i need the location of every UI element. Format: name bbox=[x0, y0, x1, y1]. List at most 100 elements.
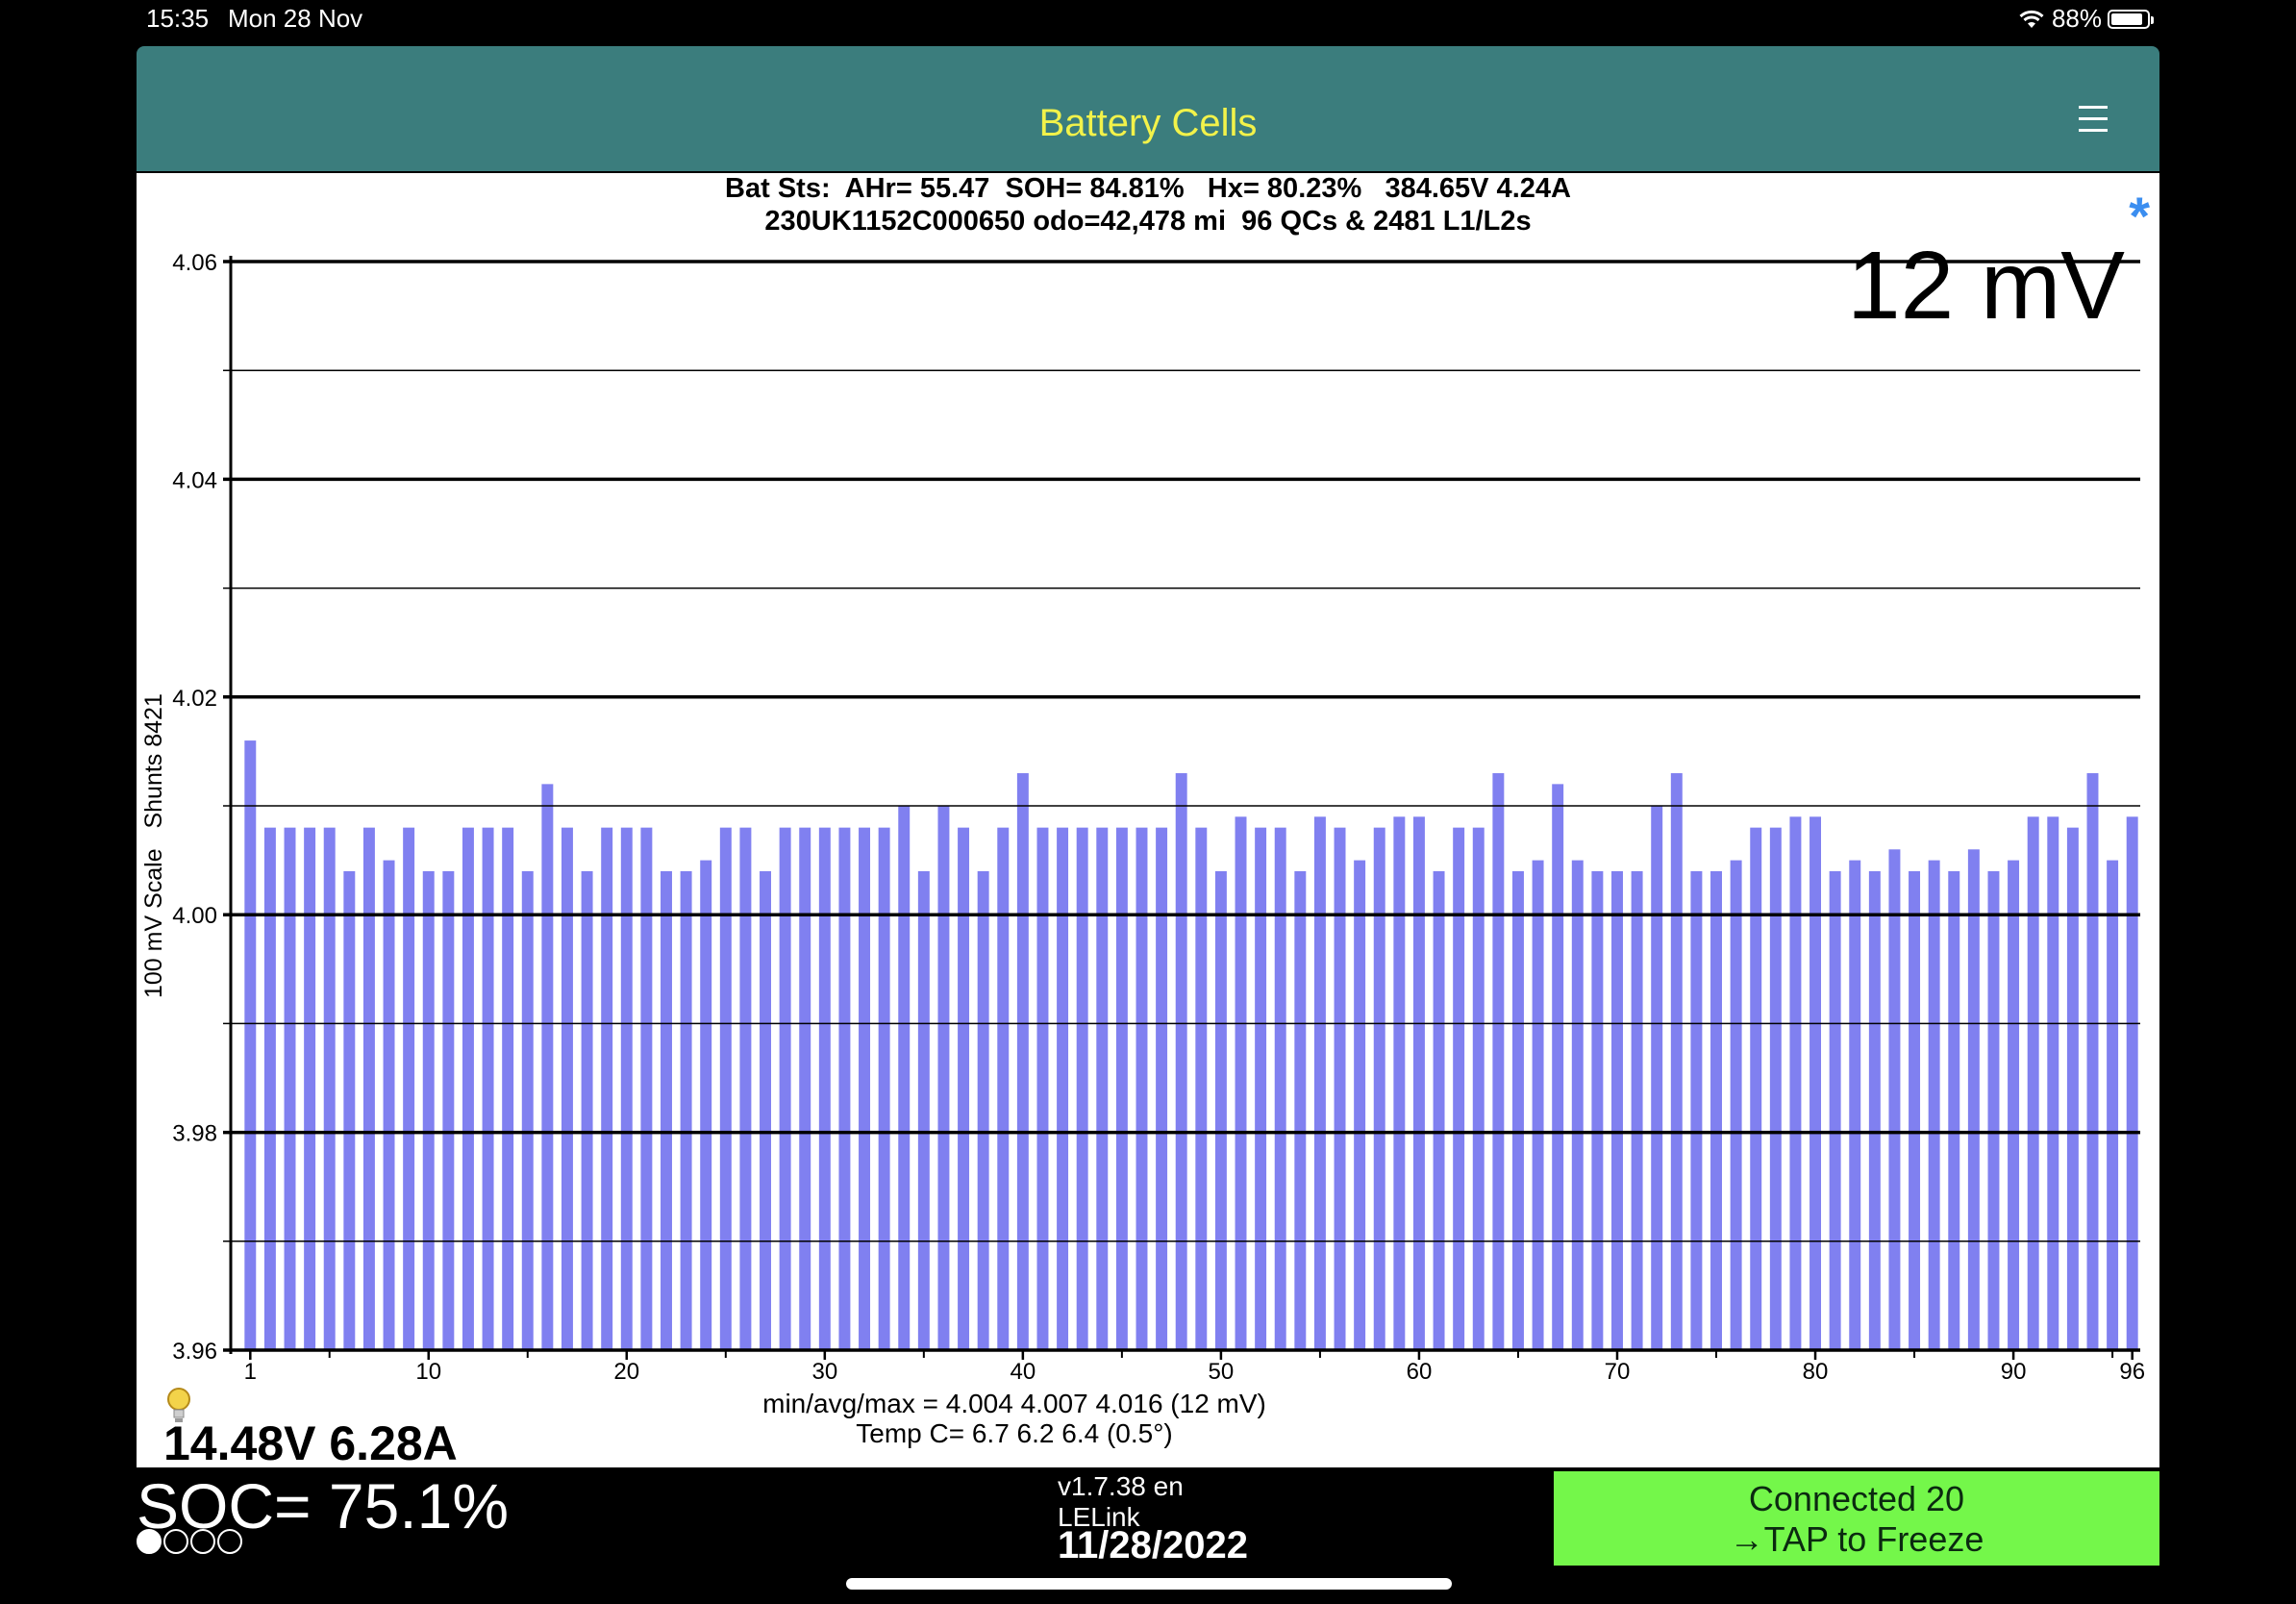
chart-bar bbox=[2027, 816, 2039, 1350]
chart-bar bbox=[859, 827, 871, 1350]
chart-bar bbox=[898, 806, 911, 1350]
y-tick-label: 4.04 bbox=[172, 467, 217, 493]
wifi-icon bbox=[2019, 10, 2044, 28]
chart-bar bbox=[323, 827, 336, 1350]
x-tick-label: 70 bbox=[1605, 1359, 1631, 1385]
x-tick-label: 60 bbox=[1407, 1359, 1433, 1385]
chart-bar bbox=[997, 827, 1010, 1350]
y-tick-label: 4.00 bbox=[172, 903, 217, 929]
connection-freeze-button[interactable]: Connected 20 →TAP to Freeze bbox=[1554, 1471, 2159, 1566]
chart-bar bbox=[1412, 816, 1425, 1350]
chart-bar bbox=[462, 827, 474, 1350]
y-axis-title: 100 mV Scale Shunts 8421 bbox=[140, 693, 167, 998]
chart-bar bbox=[917, 870, 930, 1350]
x-tick-label: 96 bbox=[2119, 1359, 2145, 1385]
status-date: Mon 28 Nov bbox=[228, 4, 363, 33]
x-tick-label: 1 bbox=[244, 1359, 257, 1385]
chart-bar bbox=[1611, 870, 1623, 1350]
chart-bar bbox=[541, 784, 554, 1350]
chart-bar bbox=[284, 827, 296, 1350]
chart-bar bbox=[937, 806, 950, 1350]
chart-bar bbox=[1987, 870, 2000, 1350]
chart-bar bbox=[403, 827, 415, 1350]
chart-bar bbox=[1829, 870, 1841, 1350]
chart-bar bbox=[739, 827, 752, 1350]
chart-bar bbox=[1631, 870, 1643, 1350]
chart-bar bbox=[838, 827, 851, 1350]
y-tick-label: 3.98 bbox=[172, 1121, 217, 1147]
status-bar: 15:35 Mon 28 Nov 88% bbox=[0, 0, 2296, 42]
chart-bar bbox=[680, 870, 692, 1350]
chart-bar bbox=[1690, 870, 1703, 1350]
chart-bar bbox=[1313, 816, 1326, 1350]
chart-bar bbox=[1888, 849, 1901, 1350]
chart-bar bbox=[2008, 860, 2020, 1350]
chart-bar bbox=[1868, 870, 1881, 1350]
chart-bar bbox=[719, 827, 732, 1350]
chart-bar bbox=[1532, 860, 1544, 1350]
x-tick-label: 30 bbox=[811, 1359, 837, 1385]
chart-bar bbox=[1909, 870, 1921, 1350]
chart-bar bbox=[2107, 860, 2119, 1350]
battery-percent: 88% bbox=[2051, 4, 2102, 33]
chart-bar bbox=[1393, 816, 1406, 1350]
chart-bar bbox=[818, 827, 831, 1350]
chart-bar bbox=[1036, 827, 1049, 1350]
x-tick-label: 90 bbox=[2001, 1359, 2027, 1385]
cells-panel[interactable]: Bat Sts: AHr= 55.47 SOH= 84.81% Hx= 80.2… bbox=[137, 173, 2159, 1470]
chart-bar bbox=[1433, 870, 1445, 1350]
chart-bar bbox=[1928, 860, 1940, 1350]
chart-bar bbox=[1789, 816, 1802, 1350]
chart-bar bbox=[304, 827, 316, 1350]
chart-bar bbox=[1670, 773, 1683, 1350]
chart-bar bbox=[343, 870, 356, 1350]
chart-bar bbox=[700, 860, 712, 1350]
min-avg-max: min/avg/max = 4.004 4.007 4.016 (12 mV) bbox=[762, 1389, 1266, 1418]
chart-bar bbox=[1156, 827, 1168, 1350]
hamburger-menu-icon[interactable] bbox=[2079, 100, 2108, 138]
page-dots[interactable] bbox=[137, 1529, 242, 1554]
chart-bar bbox=[1769, 827, 1782, 1350]
page-dot[interactable] bbox=[163, 1529, 188, 1554]
connection-status: Connected 20 bbox=[1748, 1479, 1965, 1518]
chart-bar bbox=[482, 827, 494, 1350]
home-indicator[interactable] bbox=[846, 1578, 1452, 1590]
chart-bar bbox=[661, 870, 672, 1350]
current-date: 11/28/2022 bbox=[1058, 1524, 1248, 1566]
chart-bar bbox=[1235, 816, 1247, 1350]
chart-bar bbox=[1175, 773, 1187, 1350]
chart-bar bbox=[1730, 860, 1742, 1350]
app-version: v1.7.38 en bbox=[1058, 1471, 1184, 1501]
chart-bar bbox=[1096, 827, 1109, 1350]
chart-bar bbox=[760, 870, 771, 1350]
page-dot[interactable] bbox=[217, 1529, 242, 1554]
chart-bar bbox=[1274, 827, 1286, 1350]
x-tick-label: 20 bbox=[613, 1359, 639, 1385]
chart-bar bbox=[2126, 816, 2138, 1350]
page-dot[interactable] bbox=[190, 1529, 215, 1554]
chart-bar bbox=[502, 827, 514, 1350]
chart-bar bbox=[2086, 773, 2099, 1350]
x-tick-label: 50 bbox=[1209, 1359, 1235, 1385]
page-dot[interactable] bbox=[137, 1529, 162, 1554]
y-tick-label: 4.06 bbox=[172, 250, 217, 276]
x-tick-label: 40 bbox=[1011, 1359, 1036, 1385]
chart-bar bbox=[1967, 849, 1980, 1350]
chart-bar bbox=[958, 827, 970, 1350]
chart-bar bbox=[1750, 827, 1762, 1350]
chart-bar bbox=[1214, 870, 1227, 1350]
chart-bar bbox=[1136, 827, 1148, 1350]
x-tick-label: 80 bbox=[1803, 1359, 1829, 1385]
chart-bar bbox=[620, 827, 633, 1350]
chart-bar bbox=[640, 827, 653, 1350]
chart-bar bbox=[442, 870, 455, 1350]
x-tick-label: 10 bbox=[415, 1359, 441, 1385]
temperature-stats: Temp C= 6.7 6.2 6.4 (0.5°) bbox=[856, 1418, 1173, 1448]
chart-bar bbox=[1354, 860, 1366, 1350]
chart-bar bbox=[1849, 860, 1861, 1350]
chart-bar bbox=[362, 827, 375, 1350]
chart-bar bbox=[878, 827, 890, 1350]
chart-bar bbox=[1571, 860, 1584, 1350]
cell-voltage-chart: 3.96 3.98 4.00 4.02 4.04 4.06 1 10 20 30 40 50 60 70 8… bbox=[172, 250, 2145, 1385]
status-right: 88% bbox=[2017, 4, 2154, 34]
